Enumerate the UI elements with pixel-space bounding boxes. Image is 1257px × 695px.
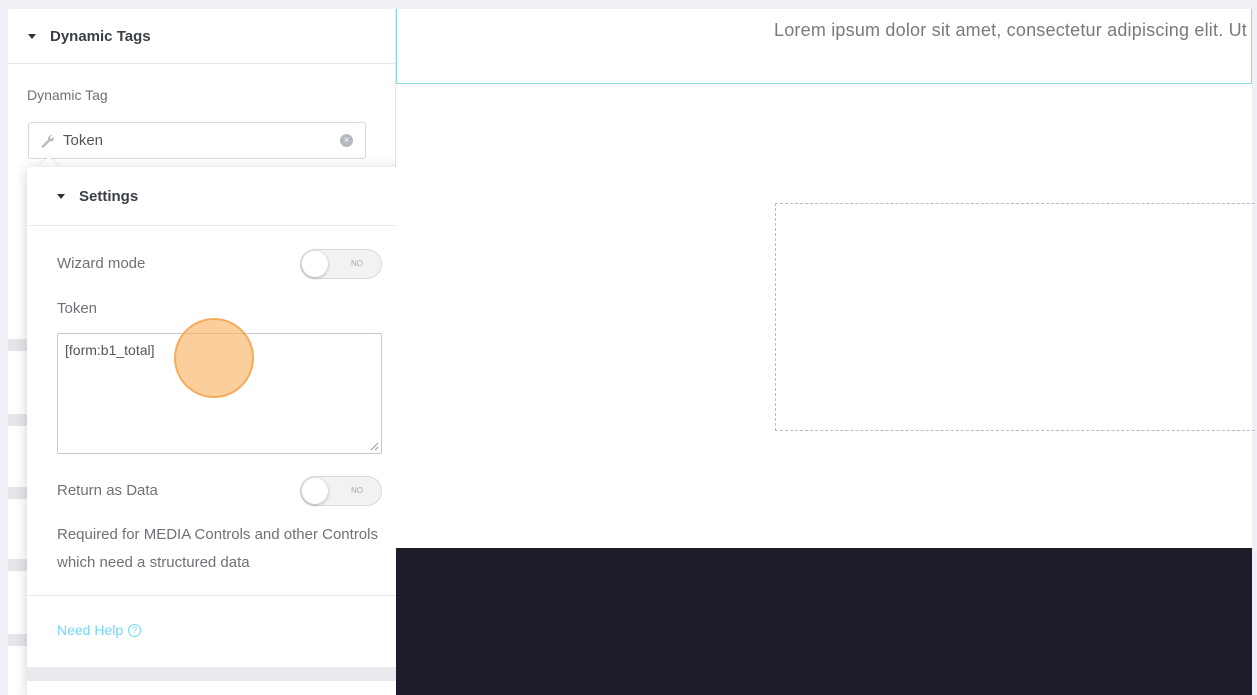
caret-down-icon [28,33,36,39]
dark-section[interactable] [396,548,1252,695]
token-label: Token [57,300,98,317]
click-indicator [174,318,254,398]
text-editor-widget[interactable]: Lorem ipsum dolor sit amet, consectetur … [396,9,1252,84]
selected-tag-name: Token [63,132,104,149]
dynamic-tags-section-header[interactable]: Dynamic Tags [8,9,395,64]
settings-section-header[interactable]: Settings [27,167,410,226]
return-as-data-label: Return as Data [57,482,158,499]
toggle-knob [302,478,328,504]
dynamic-tag-label: Dynamic Tag [27,87,108,103]
settings-popover: Settings Wizard mode NO Token [form:b1_t… [27,167,410,695]
toggle-state: NO [351,259,363,268]
empty-widget-placeholder[interactable] [775,203,1257,431]
wizard-mode-toggle[interactable]: NO [300,249,382,279]
popover-footer [27,667,410,681]
popover-arrow [38,156,60,167]
preview-canvas: Lorem ipsum dolor sit amet, consectetur … [396,9,1257,695]
wizard-mode-label: Wizard mode [57,255,146,272]
need-help-link[interactable]: Need Help ? [57,622,142,638]
need-help-text: Need Help [57,622,124,638]
settings-title: Settings [79,187,139,205]
toggle-knob [302,251,328,277]
popover-divider [27,595,410,596]
dynamic-tag-field[interactable]: Token × [28,122,366,159]
toggle-state: NO [351,486,363,495]
return-as-data-description: Required for MEDIA Controls and other Co… [57,526,378,571]
section-title: Dynamic Tags [50,27,151,45]
caret-down-icon [57,193,65,199]
resize-grip-icon[interactable] [367,439,379,451]
wrench-icon [41,134,55,148]
return-as-data-toggle[interactable]: NO [300,476,382,506]
close-circle-icon[interactable]: × [340,134,353,147]
widget-text: Lorem ipsum dolor sit amet, consectetur … [774,20,1251,40]
question-circle-icon: ? [128,623,142,637]
